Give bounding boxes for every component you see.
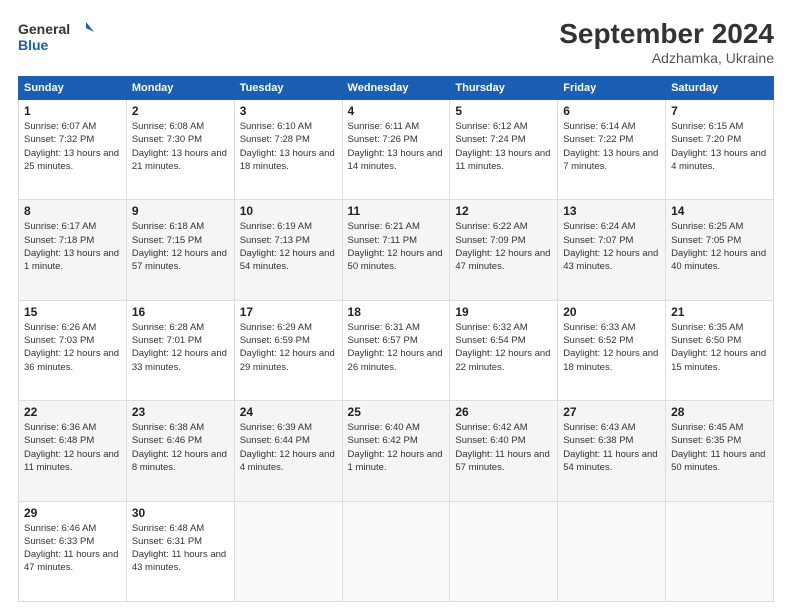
week-5: 29 Sunrise: 6:46 AMSunset: 6:33 PMDaylig… [19,501,774,601]
empty-cell-3 [450,501,558,601]
day-24: 24 Sunrise: 6:39 AMSunset: 6:44 PMDaylig… [234,401,342,501]
day-4: 4 Sunrise: 6:11 AMSunset: 7:26 PMDayligh… [342,100,450,200]
day-26: 26 Sunrise: 6:42 AMSunset: 6:40 PMDaylig… [450,401,558,501]
header: General Blue September 2024 Adzhamka, Uk… [18,18,774,66]
day-22: 22 Sunrise: 6:36 AMSunset: 6:48 PMDaylig… [19,401,127,501]
logo: General Blue [18,18,98,60]
day-12: 12 Sunrise: 6:22 AMSunset: 7:09 PMDaylig… [450,200,558,300]
day-10: 10 Sunrise: 6:19 AMSunset: 7:13 PMDaylig… [234,200,342,300]
col-thursday: Thursday [450,77,558,100]
day-17: 17 Sunrise: 6:29 AMSunset: 6:59 PMDaylig… [234,300,342,400]
day-6: 6 Sunrise: 6:14 AMSunset: 7:22 PMDayligh… [558,100,666,200]
day-25: 25 Sunrise: 6:40 AMSunset: 6:42 PMDaylig… [342,401,450,501]
day-3: 3 Sunrise: 6:10 AMSunset: 7:28 PMDayligh… [234,100,342,200]
day-5: 5 Sunrise: 6:12 AMSunset: 7:24 PMDayligh… [450,100,558,200]
empty-cell-2 [342,501,450,601]
day-27: 27 Sunrise: 6:43 AMSunset: 6:38 PMDaylig… [558,401,666,501]
day-20: 20 Sunrise: 6:33 AMSunset: 6:52 PMDaylig… [558,300,666,400]
logo-svg: General Blue [18,18,98,60]
day-9: 9 Sunrise: 6:18 AMSunset: 7:15 PMDayligh… [126,200,234,300]
week-3: 15 Sunrise: 6:26 AMSunset: 7:03 PMDaylig… [19,300,774,400]
week-2: 8 Sunrise: 6:17 AMSunset: 7:18 PMDayligh… [19,200,774,300]
svg-text:Blue: Blue [18,37,49,53]
main-title: September 2024 [559,18,774,50]
day-30: 30 Sunrise: 6:48 AMSunset: 6:31 PMDaylig… [126,501,234,601]
day-23: 23 Sunrise: 6:38 AMSunset: 6:46 PMDaylig… [126,401,234,501]
calendar: Sunday Monday Tuesday Wednesday Thursday… [18,76,774,602]
day-18: 18 Sunrise: 6:31 AMSunset: 6:57 PMDaylig… [342,300,450,400]
page: General Blue September 2024 Adzhamka, Uk… [0,0,792,612]
day-15: 15 Sunrise: 6:26 AMSunset: 7:03 PMDaylig… [19,300,127,400]
day-29: 29 Sunrise: 6:46 AMSunset: 6:33 PMDaylig… [19,501,127,601]
day-11: 11 Sunrise: 6:21 AMSunset: 7:11 PMDaylig… [342,200,450,300]
day-8: 8 Sunrise: 6:17 AMSunset: 7:18 PMDayligh… [19,200,127,300]
week-1: 1 Sunrise: 6:07 AMSunset: 7:32 PMDayligh… [19,100,774,200]
col-wednesday: Wednesday [342,77,450,100]
day-28: 28 Sunrise: 6:45 AMSunset: 6:35 PMDaylig… [666,401,774,501]
day-19: 19 Sunrise: 6:32 AMSunset: 6:54 PMDaylig… [450,300,558,400]
header-row: Sunday Monday Tuesday Wednesday Thursday… [19,77,774,100]
empty-cell-1 [234,501,342,601]
svg-text:General: General [18,21,70,37]
col-tuesday: Tuesday [234,77,342,100]
day-21: 21 Sunrise: 6:35 AMSunset: 6:50 PMDaylig… [666,300,774,400]
title-block: September 2024 Adzhamka, Ukraine [559,18,774,66]
day-2: 2 Sunrise: 6:08 AMSunset: 7:30 PMDayligh… [126,100,234,200]
subtitle: Adzhamka, Ukraine [559,50,774,66]
day-7: 7 Sunrise: 6:15 AMSunset: 7:20 PMDayligh… [666,100,774,200]
day-14: 14 Sunrise: 6:25 AMSunset: 7:05 PMDaylig… [666,200,774,300]
col-friday: Friday [558,77,666,100]
day-13: 13 Sunrise: 6:24 AMSunset: 7:07 PMDaylig… [558,200,666,300]
empty-cell-4 [558,501,666,601]
empty-cell-5 [666,501,774,601]
week-4: 22 Sunrise: 6:36 AMSunset: 6:48 PMDaylig… [19,401,774,501]
day-1: 1 Sunrise: 6:07 AMSunset: 7:32 PMDayligh… [19,100,127,200]
col-sunday: Sunday [19,77,127,100]
col-saturday: Saturday [666,77,774,100]
day-16: 16 Sunrise: 6:28 AMSunset: 7:01 PMDaylig… [126,300,234,400]
col-monday: Monday [126,77,234,100]
